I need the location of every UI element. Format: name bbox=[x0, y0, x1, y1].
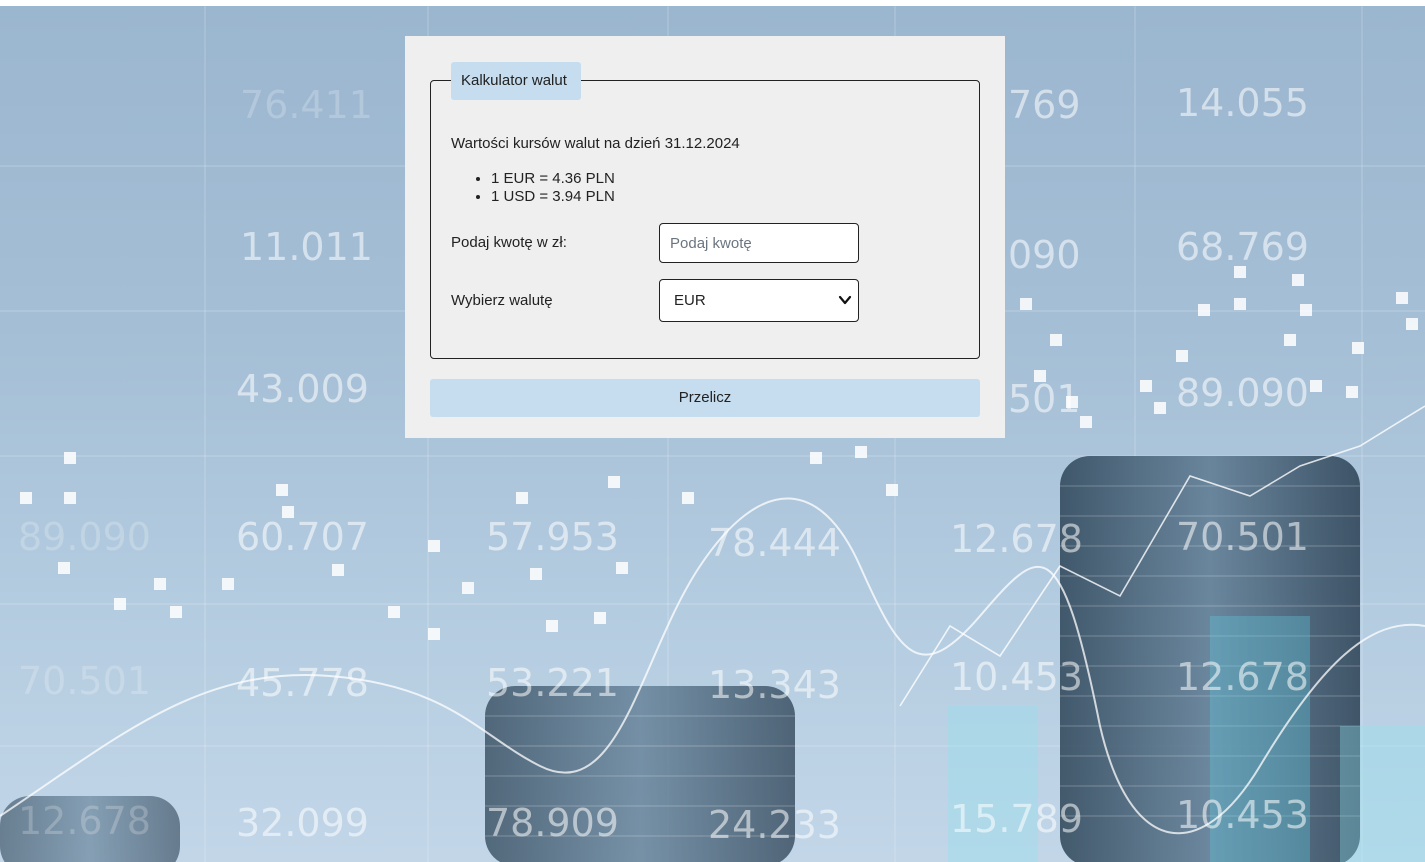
bg-number: 13.343 bbox=[708, 663, 841, 707]
bg-number: 57.953 bbox=[486, 515, 619, 559]
calculator-card: Kalkulator walut Wartości kursów walut n… bbox=[405, 36, 1005, 438]
currency-label: Wybierz walutę bbox=[451, 292, 553, 309]
currency-selected-value: EUR bbox=[674, 292, 706, 309]
bg-number: 89.090 bbox=[18, 515, 151, 559]
bg-number: 15.789 bbox=[950, 797, 1083, 841]
bg-number: 090 bbox=[1008, 233, 1081, 277]
page: 76.411 11.011 43.009 60.707 45.778 32.09… bbox=[0, 0, 1425, 862]
bg-number: 89.090 bbox=[1176, 371, 1309, 415]
bg-number: 11.011 bbox=[240, 225, 373, 269]
chevron-down-icon bbox=[838, 295, 852, 305]
currency-select[interactable]: EUR bbox=[659, 279, 859, 322]
bg-number: 78.444 bbox=[708, 521, 841, 565]
amount-input[interactable] bbox=[659, 223, 859, 263]
bg-number: 501 bbox=[1008, 377, 1081, 421]
rate-item-eur: 1 EUR = 4.36 PLN bbox=[491, 170, 615, 188]
convert-button[interactable]: Przelicz bbox=[430, 379, 980, 417]
calculator-legend: Kalkulator walut bbox=[451, 62, 581, 100]
bg-number: 24.233 bbox=[708, 803, 841, 847]
bg-number: 10.453 bbox=[950, 655, 1083, 699]
bg-number: 68.769 bbox=[1176, 225, 1309, 269]
bg-number: 60.707 bbox=[236, 515, 369, 559]
bg-number: 45.778 bbox=[236, 661, 369, 705]
bg-number: 43.009 bbox=[236, 367, 369, 411]
bg-number: 769 bbox=[1008, 83, 1081, 127]
bg-number: 10.453 bbox=[1176, 793, 1309, 837]
bg-number: 70.501 bbox=[1176, 515, 1309, 559]
bg-number: 12.678 bbox=[950, 517, 1083, 561]
rates-title: Wartości kursów walut na dzień 31.12.202… bbox=[451, 135, 740, 152]
bg-number: 70.501 bbox=[18, 659, 151, 703]
rates-list: 1 EUR = 4.36 PLN 1 USD = 3.94 PLN bbox=[471, 170, 615, 206]
rate-item-usd: 1 USD = 3.94 PLN bbox=[491, 188, 615, 206]
bg-number: 76.411 bbox=[240, 83, 373, 127]
bg-number: 12.678 bbox=[1176, 655, 1309, 699]
calculator-fieldset: Kalkulator walut Wartości kursów walut n… bbox=[430, 62, 980, 359]
bg-number: 53.221 bbox=[486, 661, 619, 705]
amount-label: Podaj kwotę w zł: bbox=[451, 234, 567, 251]
bg-number: 12.678 bbox=[18, 799, 151, 843]
bg-number: 78.909 bbox=[486, 801, 619, 845]
bg-number: 14.055 bbox=[1176, 81, 1309, 125]
bg-number: 32.099 bbox=[236, 801, 369, 845]
